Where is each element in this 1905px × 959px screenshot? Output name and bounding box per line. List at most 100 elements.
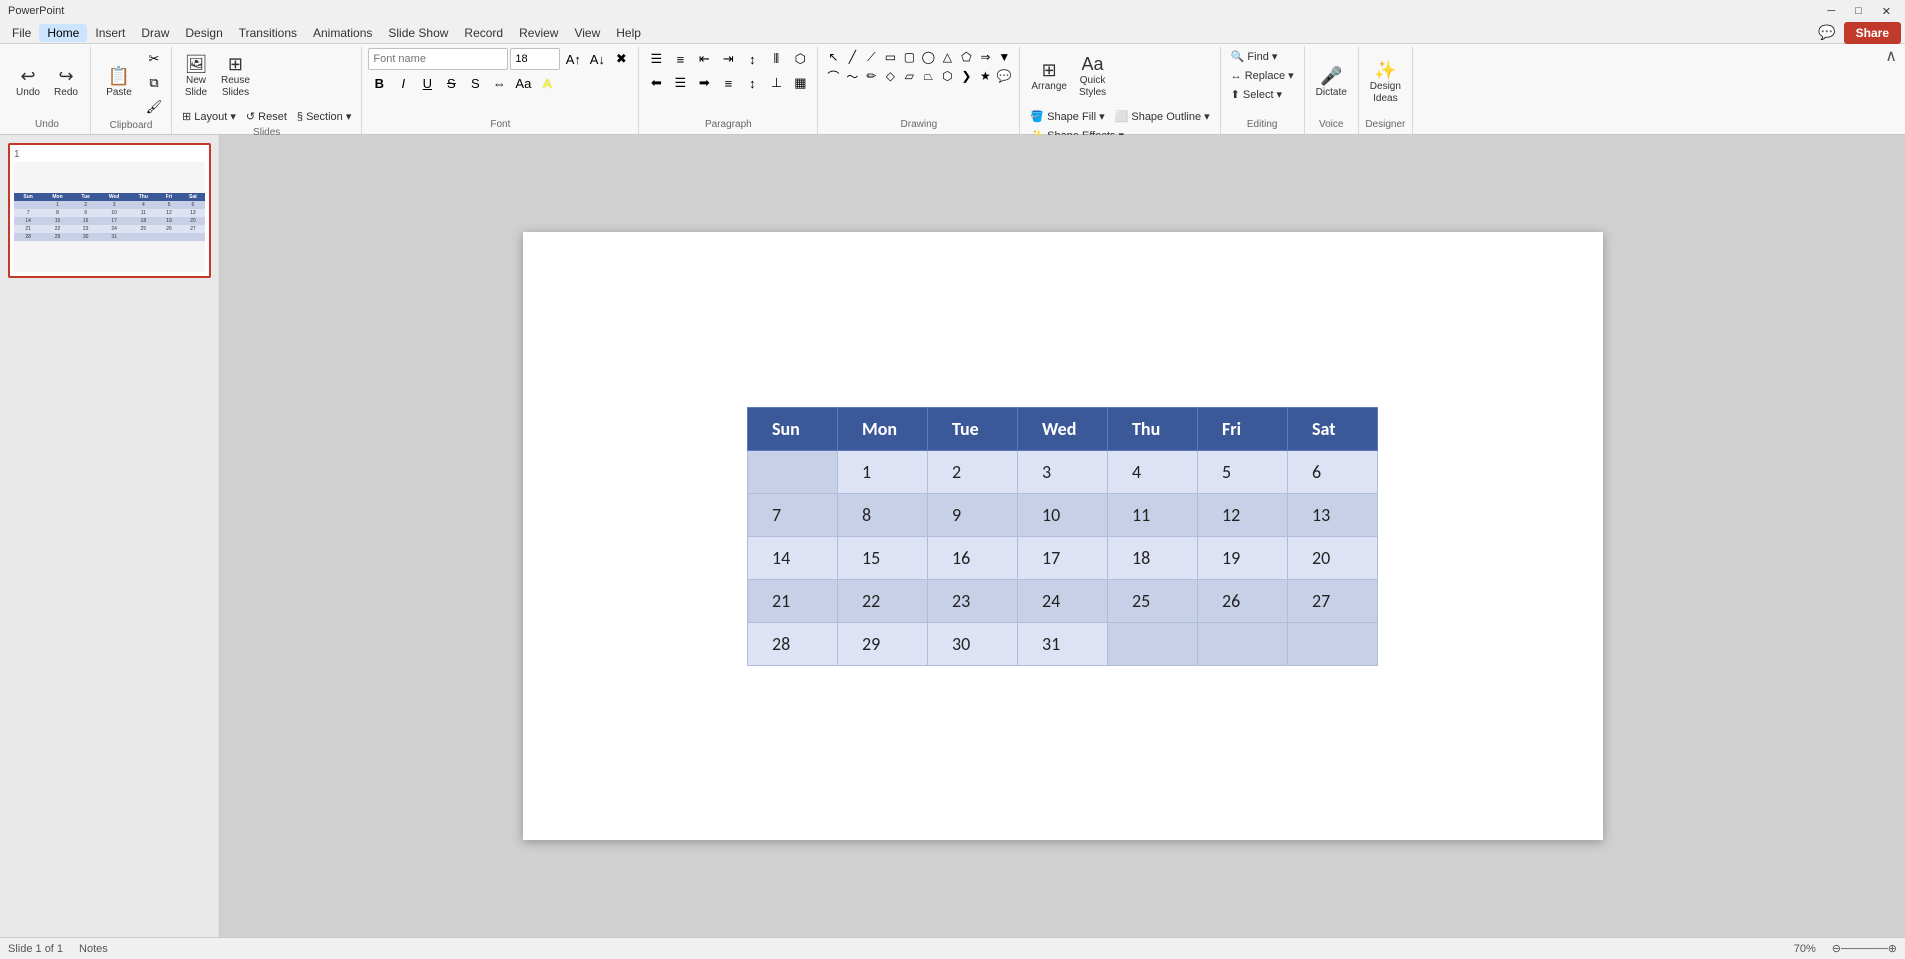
menu-draw[interactable]: Draw <box>133 24 177 42</box>
shape-oval[interactable]: ◯ <box>919 48 937 66</box>
menu-view[interactable]: View <box>566 24 608 42</box>
layout-button[interactable]: ⊞ Layout ▾ <box>178 108 240 125</box>
cal-cell <box>748 450 838 493</box>
justify-button[interactable]: ≡ <box>717 72 739 94</box>
redo-button[interactable]: ↪ Redo <box>48 54 84 112</box>
decrease-indent-button[interactable]: ⇤ <box>693 48 715 70</box>
shape-outline-button[interactable]: ⬜ Shape Outline ▾ <box>1111 108 1214 125</box>
menu-file[interactable]: File <box>4 24 39 42</box>
shape-arc[interactable]: ⌒ <box>824 67 842 85</box>
reuse-slides-icon: ⊞ <box>228 55 243 73</box>
undo-button[interactable]: ↩ Undo <box>10 54 46 112</box>
select-button[interactable]: ⬆ Select ▾ <box>1227 86 1286 103</box>
slide-content[interactable]: Sun Mon Tue Wed Thu Fri Sat 1 2 3 <box>523 232 1603 840</box>
menu-slideshow[interactable]: Slide Show <box>380 24 456 42</box>
shape-line[interactable]: ╱ <box>843 48 861 66</box>
shape-pentagon[interactable]: ⬠ <box>957 48 975 66</box>
shape-fill-button[interactable]: 🪣 Shape Fill ▾ <box>1026 108 1108 125</box>
shape-trapezoid[interactable]: ⏢ <box>919 67 937 85</box>
menu-animations[interactable]: Animations <box>305 24 380 42</box>
share-button[interactable]: Share <box>1844 22 1901 44</box>
shape-line2[interactable]: ⟋ <box>862 48 880 66</box>
increase-font-button[interactable]: A↑ <box>562 48 584 70</box>
design-ideas-ribbon-button[interactable]: ✨ DesignIdeas <box>1365 54 1406 112</box>
clear-format-button[interactable]: ✖ <box>610 48 632 70</box>
strikethrough-button[interactable]: S <box>440 72 462 94</box>
maximize-btn[interactable]: □ <box>1849 5 1868 18</box>
shape-more[interactable]: ▼ <box>995 48 1013 66</box>
bullets-button[interactable]: ☰ <box>645 48 667 70</box>
font-case-button[interactable]: Aa <box>512 72 534 94</box>
italic-button[interactable]: I <box>392 72 414 94</box>
underline-button[interactable]: U <box>416 72 438 94</box>
shape-arrow-right[interactable]: ⇒ <box>976 48 994 66</box>
columns-button[interactable]: ⫴ <box>765 48 787 70</box>
menu-insert[interactable]: Insert <box>87 24 133 42</box>
char-spacing-button[interactable]: ⇔ <box>488 72 510 94</box>
minimize-btn[interactable]: ─ <box>1821 5 1841 18</box>
menu-record[interactable]: Record <box>456 24 511 42</box>
cal-cell: 3 <box>1018 450 1108 493</box>
font-size-input[interactable] <box>510 48 560 70</box>
shape-star[interactable]: ★ <box>976 67 994 85</box>
shape-hexagon[interactable]: ⬡ <box>938 67 956 85</box>
align-text-button[interactable]: ⊥ <box>765 72 787 94</box>
numbering-button[interactable]: ≡ <box>669 48 691 70</box>
section-button[interactable]: § Section ▾ <box>293 108 355 125</box>
shape-triangle[interactable]: △ <box>938 48 956 66</box>
cal-header-mon: Mon <box>838 407 928 450</box>
shape-diamond[interactable]: ◇ <box>881 67 899 85</box>
shape-callout[interactable]: 💬 <box>995 67 1013 85</box>
shape-freeform[interactable]: ✏ <box>862 67 880 85</box>
align-center-button[interactable]: ☰ <box>669 72 691 94</box>
paste-button[interactable]: 📋 Paste <box>97 54 141 112</box>
decrease-font-button[interactable]: A↓ <box>586 48 608 70</box>
align-right-button[interactable]: ➡ <box>693 72 715 94</box>
reset-button[interactable]: ↺ Reset <box>242 108 291 125</box>
text-direction-button[interactable]: ↕ <box>741 72 763 94</box>
format-painter-button[interactable]: 🖌 <box>143 96 165 118</box>
font-name-input[interactable] <box>368 48 508 70</box>
shape-chevron[interactable]: ❯ <box>957 67 975 85</box>
reuse-slides-button[interactable]: ⊞ ReuseSlides <box>216 48 255 106</box>
increase-indent-button[interactable]: ⇥ <box>717 48 739 70</box>
ribbon-group-designer: ✨ DesignIdeas Designer <box>1359 46 1413 134</box>
shape-rect[interactable]: ▭ <box>881 48 899 66</box>
menu-design[interactable]: Design <box>177 24 230 42</box>
table-row: 7 8 9 10 11 12 13 <box>748 493 1378 536</box>
cal-cell: 15 <box>838 536 928 579</box>
menu-home[interactable]: Home <box>39 24 87 42</box>
slide-thumbnail-1[interactable]: 1 SunMonTueWedThuFriSat 123456 789101112… <box>8 143 211 278</box>
new-slide-button[interactable]: 🖼 NewSlide <box>178 48 214 106</box>
align-left-button[interactable]: ⬅ <box>645 72 667 94</box>
editing-row3: ⬆ Select ▾ <box>1227 86 1286 103</box>
dictate-button[interactable]: 🎤 Dictate <box>1311 54 1352 112</box>
font-color-button[interactable]: A <box>536 72 558 94</box>
menu-review[interactable]: Review <box>511 24 566 42</box>
bold-button[interactable]: B <box>368 72 390 94</box>
shape-cursor[interactable]: ↖ <box>824 48 842 66</box>
menu-transitions[interactable]: Transitions <box>231 24 305 42</box>
zoom-slider[interactable]: ⊖──────⊕ <box>1832 942 1897 955</box>
shape-parallelogram[interactable]: ▱ <box>900 67 918 85</box>
replace-button[interactable]: ↔ Replace ▾ <box>1227 67 1298 84</box>
shape-curve[interactable]: 〜 <box>843 67 861 85</box>
columns2-button[interactable]: ▦ <box>789 72 811 94</box>
quick-styles-button[interactable]: Aa QuickStyles <box>1074 48 1111 106</box>
chat-icon[interactable]: 💬 <box>1818 24 1835 41</box>
arrange-button[interactable]: ⊞ Arrange <box>1026 48 1072 106</box>
find-button[interactable]: 🔍 Find ▾ <box>1227 48 1282 65</box>
cut-button[interactable]: ✂ <box>143 48 165 70</box>
slide-panel: 1 SunMonTueWedThuFriSat 123456 789101112… <box>0 135 220 937</box>
line-spacing-button[interactable]: ↕ <box>741 48 763 70</box>
shape-rounded-rect[interactable]: ▢ <box>900 48 918 66</box>
copy-button[interactable]: ⧉ <box>143 72 165 94</box>
notes-button[interactable]: Notes <box>79 943 108 955</box>
close-btn[interactable]: ✕ <box>1876 5 1897 18</box>
shadow-button[interactable]: S <box>464 72 486 94</box>
menu-help[interactable]: Help <box>608 24 649 42</box>
convert-to-smartart-button[interactable]: ⬡ <box>789 48 811 70</box>
design-ideas-ribbon-icon: ✨ <box>1374 61 1396 79</box>
ribbon-collapse-button[interactable]: ∧ <box>1881 46 1901 134</box>
mini-calendar: SunMonTueWedThuFriSat 123456 78910111213… <box>14 193 205 241</box>
